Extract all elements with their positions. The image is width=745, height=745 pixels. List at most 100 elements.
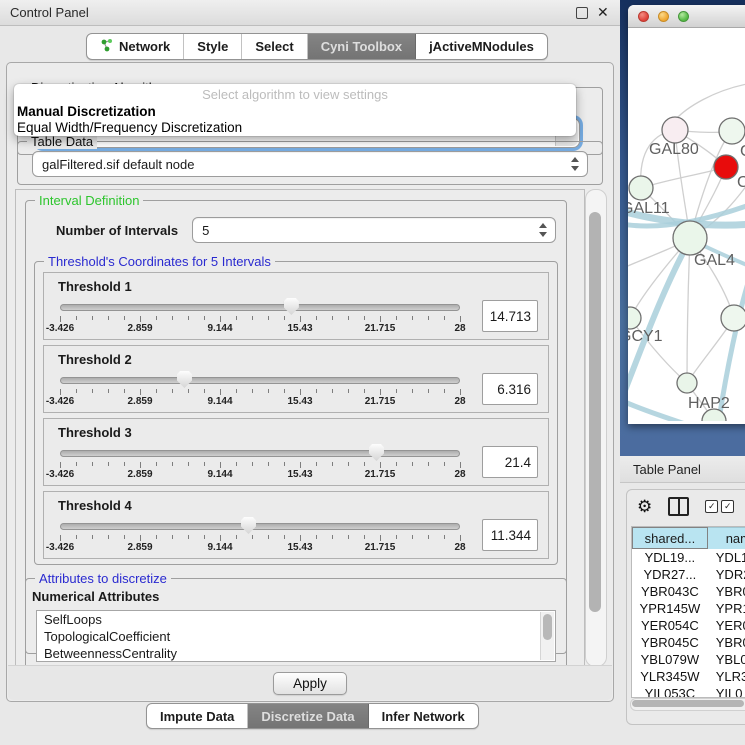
table-row[interactable]: YIL053CYIL0 xyxy=(632,685,745,698)
checkbox-icon[interactable]: ✓ xyxy=(721,500,734,513)
column-header[interactable]: shared... xyxy=(632,527,708,549)
table-row[interactable]: YLR345WYLR3 xyxy=(632,668,745,685)
split-columns-icon[interactable] xyxy=(668,497,689,516)
network-node-red-node[interactable] xyxy=(714,155,738,179)
tab-jactivemnodules[interactable]: jActiveMNodules xyxy=(416,34,547,59)
attribute-list-item[interactable]: BetweennessCentrality xyxy=(37,645,555,662)
list-scrollbar[interactable] xyxy=(540,612,554,660)
minor-tick xyxy=(188,462,189,466)
network-edge[interactable] xyxy=(675,83,745,120)
threshold-slider[interactable]: -3.4262.8599.14415.4321.71528 xyxy=(60,297,460,335)
major-tick xyxy=(60,389,61,395)
gear-icon[interactable]: ⚙ xyxy=(637,498,652,515)
table-row[interactable]: YBR045CYBR0 xyxy=(632,634,745,651)
tab-label: Infer Network xyxy=(382,709,465,724)
threshold-value-field[interactable]: 6.316 xyxy=(482,373,538,405)
threshold-value-field[interactable]: 14.713 xyxy=(482,300,538,332)
network-edge[interactable] xyxy=(641,167,726,188)
major-tick xyxy=(300,316,301,322)
tick-label: -3.426 xyxy=(46,469,74,480)
slider-thumb-icon[interactable] xyxy=(241,517,256,534)
network-node-gal-right[interactable] xyxy=(719,118,745,144)
interval-definition-title: Interval Definition xyxy=(35,193,143,208)
minor-tick xyxy=(124,316,125,320)
tab-cyni-toolbox[interactable]: Cyni Toolbox xyxy=(308,34,416,59)
threshold-slider[interactable]: -3.4262.8599.14415.4321.71528 xyxy=(60,516,460,554)
minor-tick xyxy=(108,535,109,539)
minor-tick xyxy=(444,535,445,539)
float-window-icon[interactable] xyxy=(576,7,588,19)
tab-discretize-data[interactable]: Discretize Data xyxy=(248,704,368,728)
tab-impute-data[interactable]: Impute Data xyxy=(147,704,248,728)
threshold-value-field[interactable]: 11.344 xyxy=(482,519,538,551)
tab-select[interactable]: Select xyxy=(242,34,307,59)
attribute-list-item[interactable]: SelfLoops xyxy=(37,611,555,628)
minor-tick xyxy=(348,316,349,320)
threshold-value-field[interactable]: 21.4 xyxy=(482,446,538,478)
attribute-list-item[interactable]: TopologicalCoefficient xyxy=(37,628,555,645)
table-data-combobox[interactable]: galFiltered.sif default node xyxy=(32,151,588,177)
network-node-h-node[interactable] xyxy=(721,305,745,331)
zoom-traffic-light-icon[interactable] xyxy=(678,11,689,22)
minor-tick xyxy=(348,389,349,393)
spinner-updown-icon[interactable] xyxy=(539,223,548,237)
major-tick xyxy=(460,316,461,322)
minor-tick xyxy=(92,535,93,539)
slider-track[interactable] xyxy=(60,523,460,530)
dropdown-prompt: Select algorithm to view settings xyxy=(14,87,576,104)
slider-track[interactable] xyxy=(60,450,460,457)
threshold-slider[interactable]: -3.4262.8599.14415.4321.71528 xyxy=(60,370,460,408)
node-label: GCY1 xyxy=(628,328,663,345)
major-tick xyxy=(140,316,141,322)
dropdown-option[interactable]: Equal Width/Frequency Discretization xyxy=(14,120,576,136)
network-node-gcy1[interactable] xyxy=(628,307,641,329)
table-row[interactable]: YDL19...YDL1 xyxy=(632,549,745,566)
table-row[interactable]: YPR145WYPR1 xyxy=(632,600,745,617)
tick-label: 15.43 xyxy=(287,469,312,480)
tab-network[interactable]: Network xyxy=(87,34,184,59)
slider-track[interactable] xyxy=(60,304,460,311)
table-row[interactable]: YDR27...YDR2 xyxy=(632,566,745,583)
threshold-slider[interactable]: -3.4262.8599.14415.4321.71528 xyxy=(60,443,460,481)
checkbox-icon[interactable]: ✓ xyxy=(705,500,718,513)
close-traffic-light-icon[interactable] xyxy=(638,11,649,22)
numerical-attributes-list[interactable]: SelfLoopsTopologicalCoefficientBetweenne… xyxy=(36,610,556,662)
network-edge[interactable] xyxy=(687,238,690,383)
major-tick xyxy=(380,316,381,322)
network-canvas[interactable]: GAL80GACGAL11GAL4GCY1HHAP2 xyxy=(628,28,745,421)
network-node-gal4[interactable] xyxy=(673,221,707,255)
table-horizontal-scrollbar[interactable] xyxy=(630,698,745,711)
minor-tick xyxy=(348,535,349,539)
node-table[interactable]: shared...name YDL19...YDL1YDR27...YDR2YB… xyxy=(631,526,745,698)
minor-tick xyxy=(172,316,173,320)
node-label: C xyxy=(737,174,745,191)
settings-vertical-scrollbar[interactable] xyxy=(585,189,607,667)
combo-updown-icon[interactable] xyxy=(571,157,580,171)
major-tick xyxy=(300,389,301,395)
number-of-intervals-spinner[interactable]: 5 xyxy=(192,217,556,243)
scrollbar-thumb[interactable] xyxy=(589,212,601,612)
numerical-attributes-label: Numerical Attributes xyxy=(32,589,566,604)
network-node-gal80[interactable] xyxy=(662,117,688,143)
minor-tick xyxy=(284,389,285,393)
network-node-gal11[interactable] xyxy=(629,176,653,200)
network-view-window[interactable]: GAL80GACGAL11GAL4GCY1HHAP2 xyxy=(628,5,745,424)
slider-thumb-icon[interactable] xyxy=(369,444,384,461)
table-row[interactable]: YER054CYER0 xyxy=(632,617,745,634)
slider-thumb-icon[interactable] xyxy=(177,371,192,388)
tab-style[interactable]: Style xyxy=(184,34,242,59)
slider-track[interactable] xyxy=(60,377,460,384)
minor-tick xyxy=(204,389,205,393)
table-row[interactable]: YBR043CYBR0 xyxy=(632,583,745,600)
slider-thumb-icon[interactable] xyxy=(284,298,299,315)
tab-label: Cyni Toolbox xyxy=(321,39,402,54)
network-node-hap2[interactable] xyxy=(677,373,697,393)
table-row[interactable]: YBL079WYBL0 xyxy=(632,651,745,668)
tab-infer-network[interactable]: Infer Network xyxy=(369,704,478,728)
close-icon[interactable]: ✕ xyxy=(597,6,610,19)
minor-tick xyxy=(156,462,157,466)
apply-button[interactable]: Apply xyxy=(273,672,347,695)
dropdown-option[interactable]: Manual Discretization xyxy=(14,104,576,120)
minimize-traffic-light-icon[interactable] xyxy=(658,11,669,22)
column-header[interactable]: name xyxy=(708,527,745,549)
